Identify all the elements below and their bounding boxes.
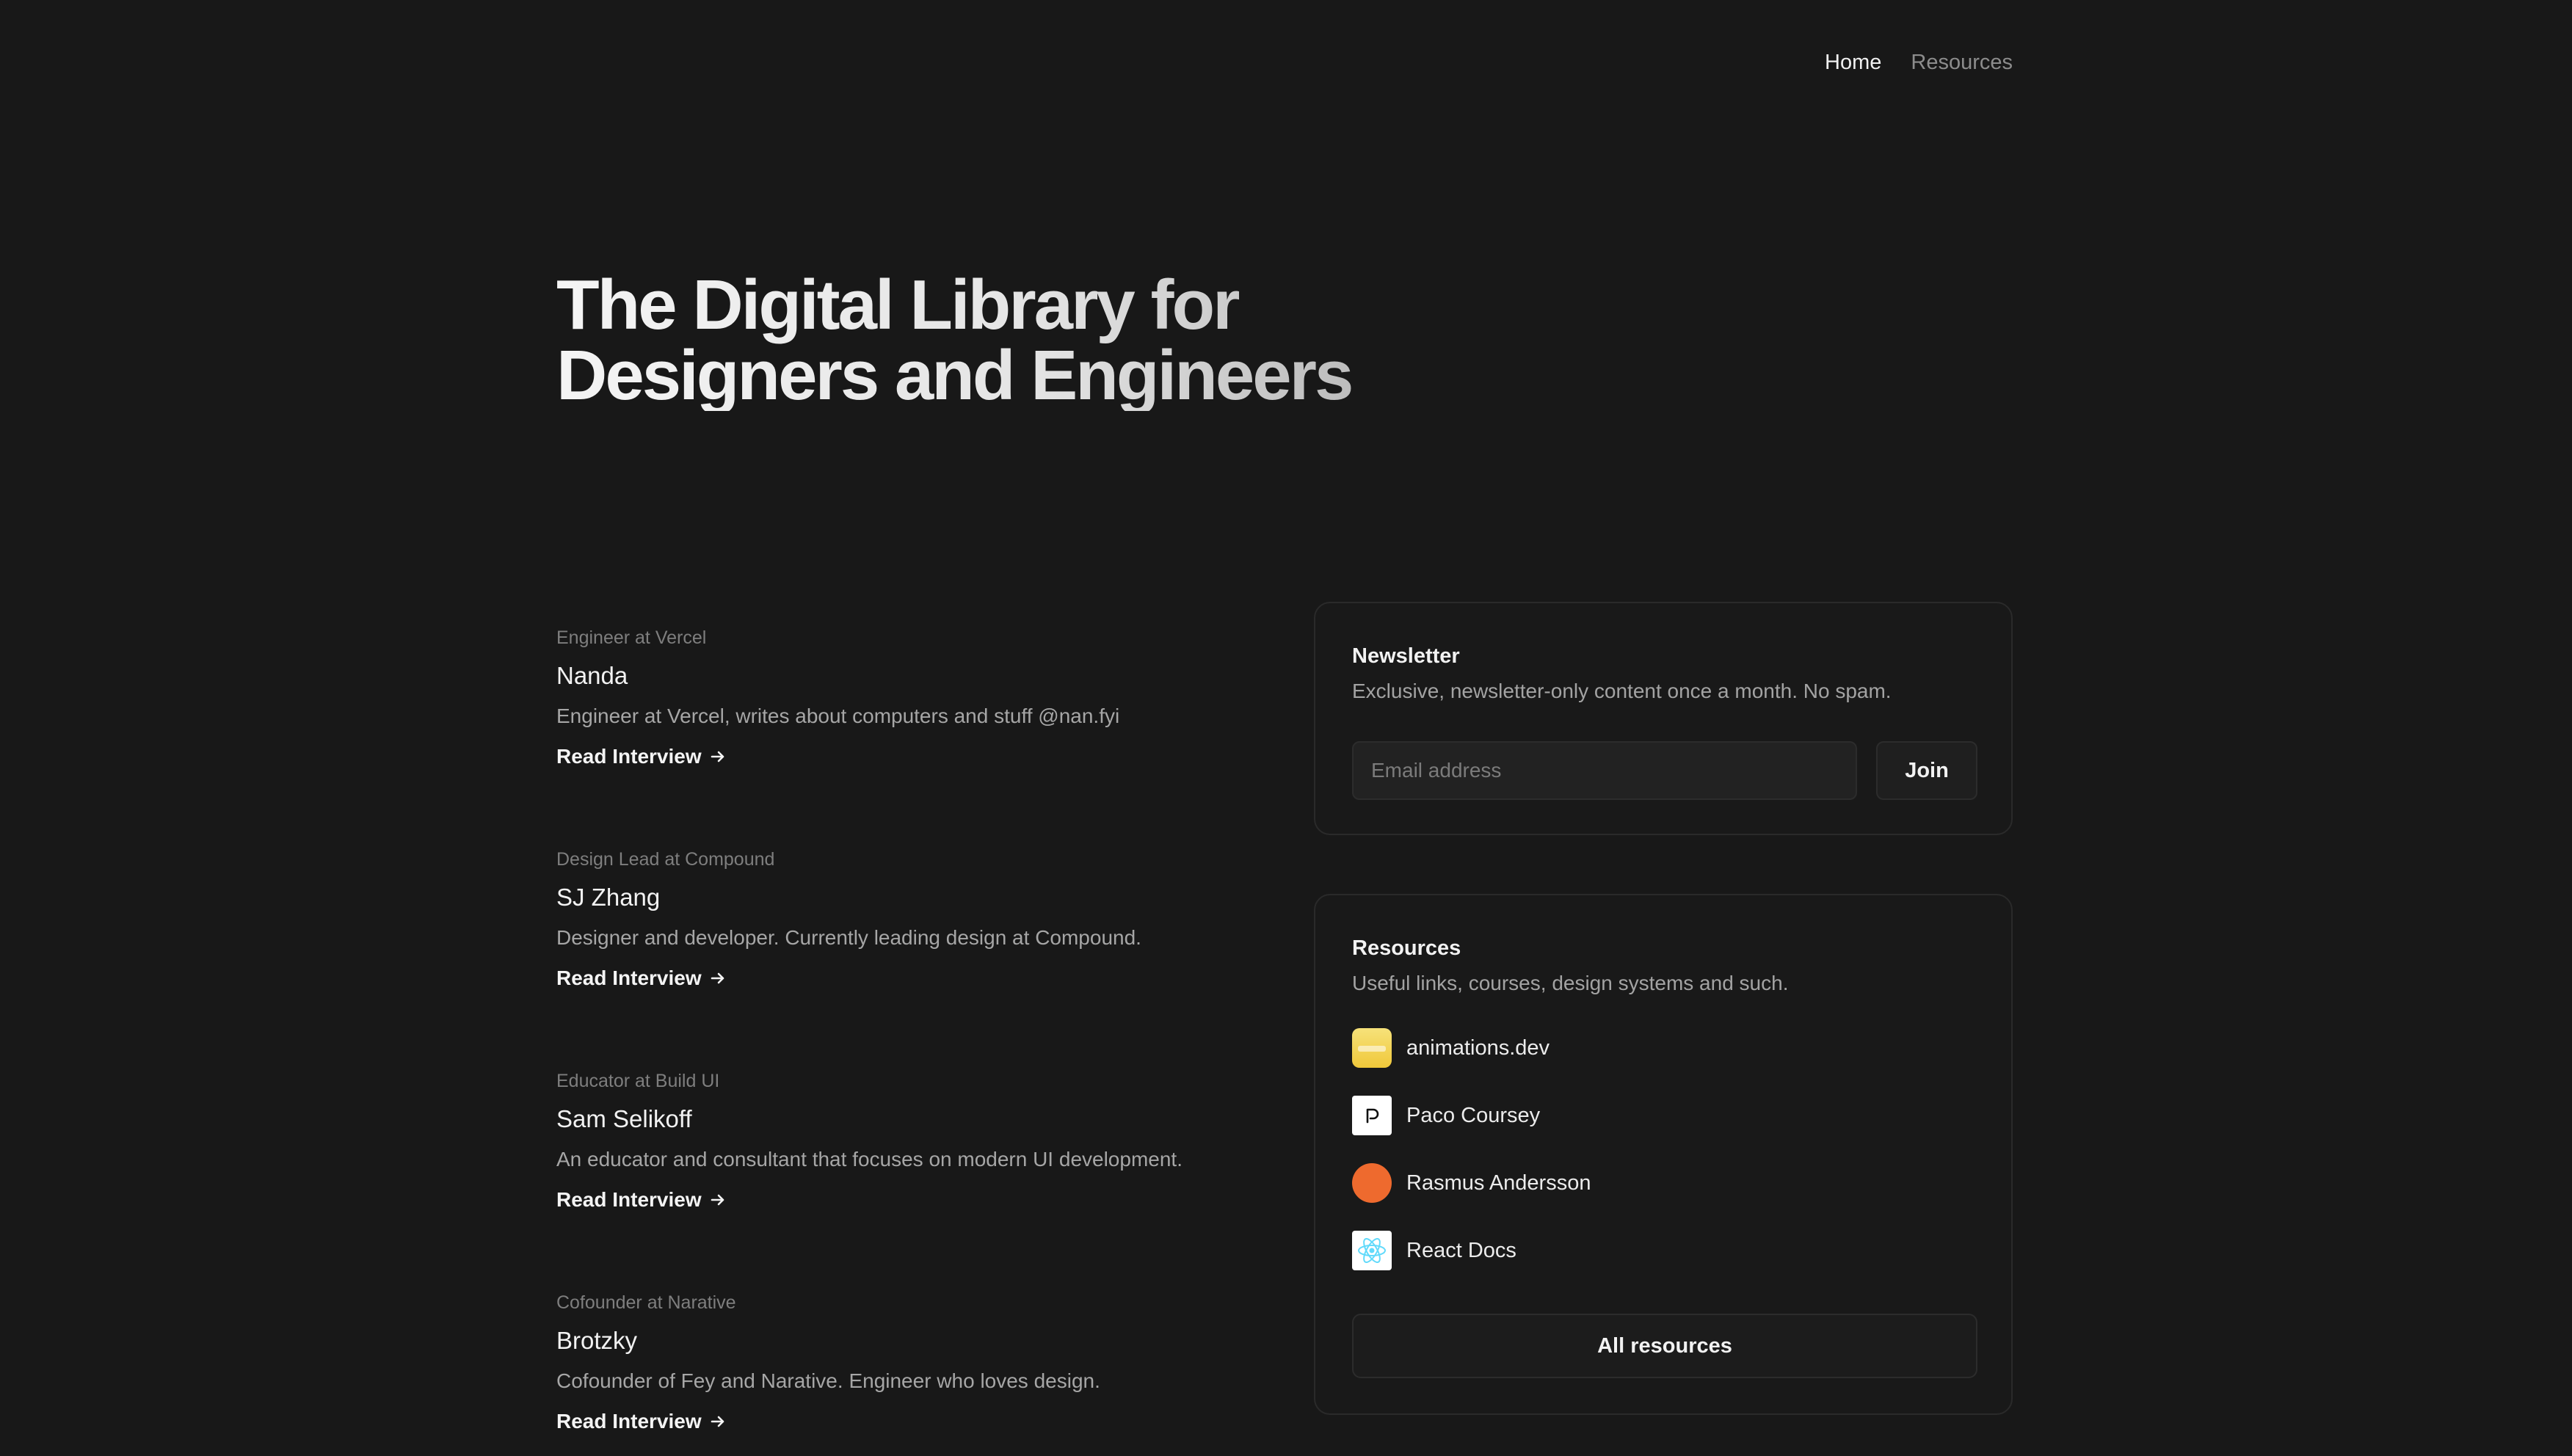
read-interview-label: Read Interview	[556, 745, 702, 768]
newsletter-title: Newsletter	[1352, 644, 1460, 668]
join-button[interactable]: Join	[1876, 741, 1977, 800]
resource-list: animations.dev Paco Coursey Rasmus Ander…	[1352, 1027, 1591, 1297]
resource-item-animations-dev[interactable]: animations.dev	[1352, 1027, 1591, 1069]
hero-title-line-1: The Digital Library for	[556, 266, 1238, 344]
arrow-right-icon	[711, 751, 724, 762]
resource-label: Paco Coursey	[1406, 1103, 1541, 1127]
interview-name[interactable]: Nanda	[556, 661, 1261, 691]
resource-item-paco-coursey[interactable]: Paco Coursey	[1352, 1095, 1591, 1136]
resources-subtitle: Useful links, courses, design systems an…	[1352, 972, 1789, 994]
interview-name[interactable]: SJ Zhang	[556, 883, 1261, 912]
interview-role: Engineer at Vercel	[556, 627, 707, 648]
read-interview-label: Read Interview	[556, 1188, 702, 1211]
email-input[interactable]	[1352, 741, 1857, 800]
read-interview-link[interactable]: Read Interview	[556, 745, 727, 768]
animations-dev-icon	[1352, 1028, 1392, 1068]
interview-description: Designer and developer. Currently leadin…	[556, 926, 1141, 949]
interview-list: Engineer at Vercel Nanda Engineer at Ver…	[556, 625, 1261, 1456]
all-resources-button[interactable]: All resources	[1352, 1314, 1977, 1378]
read-interview-link[interactable]: Read Interview	[556, 1410, 727, 1433]
page: Home Resources The Digital Library for D…	[0, 0, 2572, 1456]
arrow-right-icon	[711, 972, 724, 984]
resources-title: Resources	[1352, 936, 1461, 960]
resource-item-react-docs[interactable]: React Docs	[1352, 1230, 1591, 1271]
arrow-right-icon	[711, 1416, 724, 1427]
paco-coursey-icon	[1352, 1096, 1392, 1135]
hero-title: The Digital Library for Designers and En…	[556, 270, 1351, 411]
interview-role: Educator at Build UI	[556, 1071, 720, 1091]
arrow-right-icon	[711, 1194, 724, 1206]
interview-item: Cofounder at Narative Brotzky Cofounder …	[556, 1290, 1261, 1456]
top-nav: Home Resources	[1825, 46, 2013, 79]
hero-title-line-2: Designers and Engineers	[556, 336, 1352, 415]
nav-home-link[interactable]: Home	[1825, 46, 1881, 79]
interview-item: Educator at Build UI Sam Selikoff An edu…	[556, 1069, 1261, 1290]
interview-role: Cofounder at Narative	[556, 1292, 736, 1313]
read-interview-link[interactable]: Read Interview	[556, 1188, 727, 1212]
resource-item-rasmus-andersson[interactable]: Rasmus Andersson	[1352, 1162, 1591, 1204]
react-icon	[1352, 1231, 1392, 1270]
resource-label: React Docs	[1406, 1238, 1516, 1262]
newsletter-card: Newsletter Exclusive, newsletter-only co…	[1314, 602, 2013, 835]
newsletter-subtitle: Exclusive, newsletter-only content once …	[1352, 680, 1892, 702]
nav-resources-link[interactable]: Resources	[1911, 46, 2013, 79]
interview-name[interactable]: Brotzky	[556, 1326, 1261, 1355]
interview-name[interactable]: Sam Selikoff	[556, 1104, 1261, 1134]
resource-label: Rasmus Andersson	[1406, 1171, 1591, 1195]
resource-label: animations.dev	[1406, 1035, 1550, 1060]
interview-item: Design Lead at Compound SJ Zhang Designe…	[556, 847, 1261, 1069]
rasmus-andersson-icon	[1352, 1163, 1392, 1203]
read-interview-label: Read Interview	[556, 1410, 702, 1433]
resources-card: Resources Useful links, courses, design …	[1314, 894, 2013, 1415]
interview-description: Engineer at Vercel, writes about compute…	[556, 705, 1120, 727]
interview-description: An educator and consultant that focuses …	[556, 1148, 1183, 1171]
read-interview-label: Read Interview	[556, 967, 702, 989]
interview-item: Engineer at Vercel Nanda Engineer at Ver…	[556, 625, 1261, 847]
read-interview-link[interactable]: Read Interview	[556, 967, 727, 990]
interview-description: Cofounder of Fey and Narative. Engineer …	[556, 1369, 1100, 1392]
interview-role: Design Lead at Compound	[556, 849, 775, 870]
